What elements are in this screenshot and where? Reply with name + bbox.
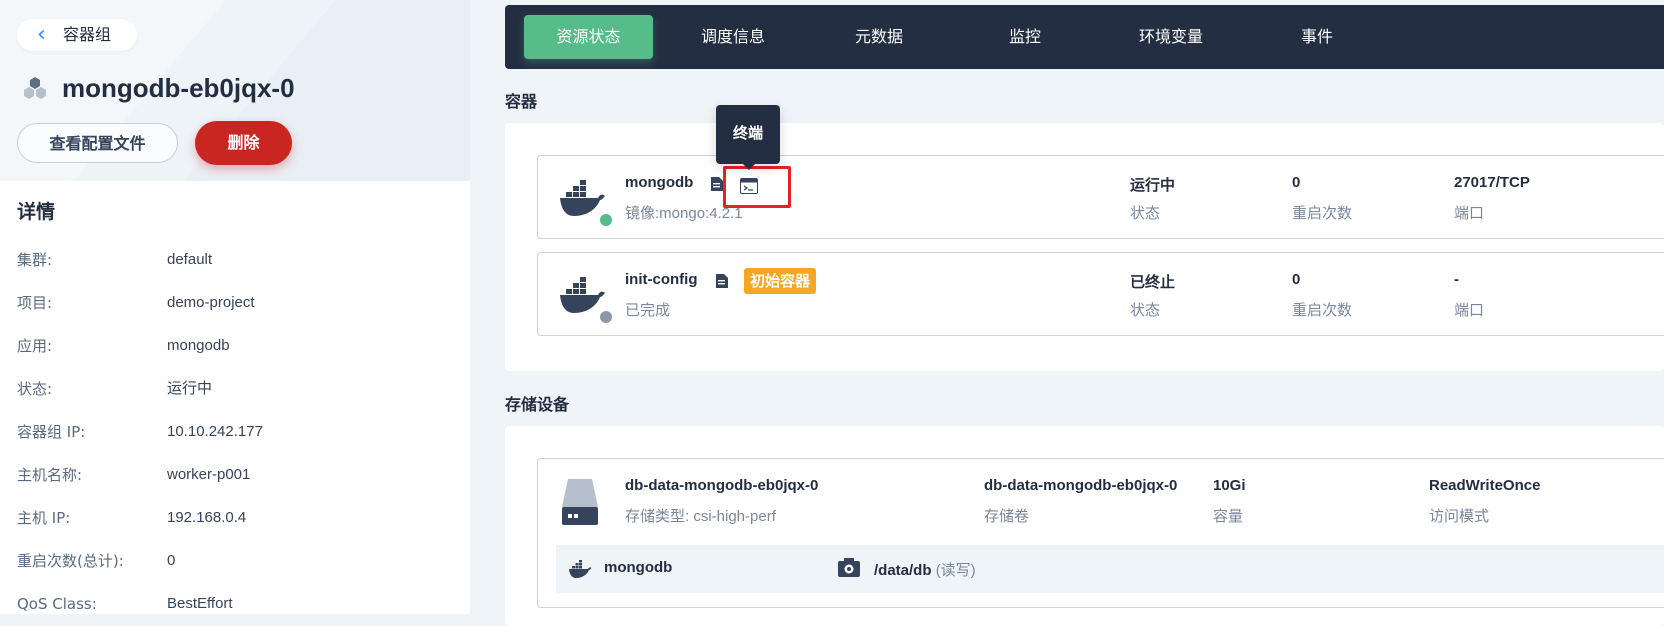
access-mode-value: ReadWriteOnce: [1429, 477, 1541, 494]
docker-icon: [560, 180, 605, 216]
containers-heading: 容器: [505, 92, 538, 111]
status-dot: [600, 214, 612, 226]
status-value: 运行中: [1130, 177, 1176, 194]
status-dot: [600, 311, 612, 323]
detail-value: 0: [167, 552, 176, 569]
detail-key: 状态:: [17, 380, 53, 398]
container-row-mongodb[interactable]: mongodb 镜像:mongo:4.2.1 运行中 状态 0 重启次数 270…: [537, 155, 1664, 239]
volume-label: 存储卷: [984, 507, 1030, 525]
restarts-label: 重启次数: [1292, 301, 1353, 319]
capacity-value: 10Gi: [1213, 477, 1246, 494]
status-value: 已终止: [1130, 274, 1176, 291]
container-name: mongodb: [625, 174, 694, 191]
detail-value: 192.168.0.4: [167, 509, 247, 526]
storage-heading: 存储设备: [505, 395, 570, 414]
detail-value: default: [167, 251, 213, 268]
detail-key: 应用:: [17, 337, 53, 355]
tab-resource-status[interactable]: 资源状态: [524, 15, 653, 59]
terminal-highlight: [723, 166, 791, 208]
detail-value: BestEffort: [167, 595, 233, 612]
volume-name: db-data-mongodb-eb0jqx-0: [625, 477, 819, 494]
tab-metadata[interactable]: 元数据: [815, 15, 943, 59]
page-title: mongodb-eb0jqx-0: [22, 68, 295, 108]
details-heading: 详情: [17, 201, 56, 223]
detail-key: 容器组 IP:: [17, 423, 86, 441]
volume-value: db-data-mongodb-eb0jqx-0: [984, 477, 1178, 494]
port-value: -: [1454, 271, 1459, 288]
detail-key: 主机名称:: [17, 466, 83, 484]
detail-key: 重启次数(总计):: [17, 552, 124, 570]
port-label: 端口: [1454, 301, 1485, 319]
docker-icon: [569, 560, 592, 578]
tab-bar: 资源状态 调度信息 元数据 监控 环境变量 事件: [505, 5, 1664, 69]
access-mode-label: 访问模式: [1429, 507, 1490, 525]
pod-icon: [24, 77, 46, 99]
restarts-value: 0: [1292, 271, 1301, 288]
pod-name: mongodb-eb0jqx-0: [62, 72, 295, 103]
file-icon[interactable]: [711, 177, 723, 191]
restarts-label: 重启次数: [1292, 204, 1353, 222]
volume-mount: mongodb /data/db (读写): [556, 545, 1664, 593]
back-button[interactable]: ‹ 容器组: [17, 19, 138, 51]
detail-value: 运行中: [167, 380, 213, 397]
detail-value: worker-p001: [167, 466, 251, 483]
mount-mode: (读写): [935, 562, 976, 579]
mount-container-name: mongodb: [604, 559, 673, 576]
detail-value: demo-project: [167, 294, 255, 311]
port-value: 27017/TCP: [1454, 174, 1530, 191]
tab-monitoring[interactable]: 监控: [961, 15, 1089, 59]
container-state: 已完成: [625, 302, 671, 319]
detail-panel: ‹ 容器组 mongodb-eb0jqx-0 查看配置文件 删除 详情 集群: …: [0, 0, 470, 614]
tab-events[interactable]: 事件: [1253, 15, 1381, 59]
pod-header: ‹ 容器组 mongodb-eb0jqx-0 查看配置文件 删除: [0, 0, 470, 181]
tab-scheduling[interactable]: 调度信息: [669, 15, 797, 59]
docker-icon: [560, 277, 605, 313]
container-name: init-config: [625, 271, 698, 288]
capacity-label: 容量: [1213, 507, 1244, 525]
view-config-button[interactable]: 查看配置文件: [17, 123, 178, 163]
mount-path-value: /data/db: [874, 562, 932, 579]
back-label: 容器组: [63, 25, 112, 44]
storage-class: 存储类型: csi-high-perf: [625, 508, 776, 525]
detail-value: mongodb: [167, 337, 230, 354]
mount-icon: [838, 558, 860, 577]
disk-icon: [562, 479, 598, 525]
port-label: 端口: [1454, 204, 1485, 222]
delete-button[interactable]: 删除: [195, 121, 292, 165]
detail-key: 集群:: [17, 251, 53, 269]
restarts-value: 0: [1292, 174, 1301, 191]
status-label: 状态: [1130, 301, 1161, 319]
terminal-tooltip: 终端: [716, 105, 780, 170]
tab-env-vars[interactable]: 环境变量: [1107, 15, 1235, 59]
file-icon[interactable]: [716, 274, 728, 288]
chevron-left-icon: ‹: [37, 22, 46, 47]
detail-key: 项目:: [17, 294, 53, 312]
detail-value: 10.10.242.177: [167, 423, 263, 440]
init-container-badge: 初始容器: [744, 268, 817, 294]
container-row-init-config[interactable]: init-config 初始容器 已完成 已终止 状态 0 重启次数 - 端口: [537, 252, 1664, 336]
mount-path: /data/db (读写): [874, 559, 976, 580]
detail-key: 主机 IP:: [17, 509, 71, 527]
detail-key: QoS Class:: [17, 595, 97, 613]
status-label: 状态: [1130, 204, 1161, 222]
